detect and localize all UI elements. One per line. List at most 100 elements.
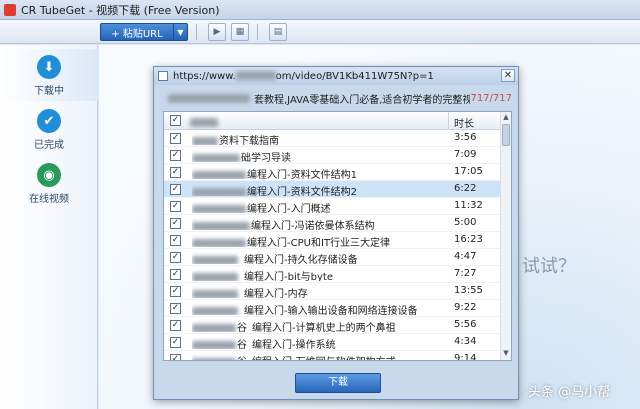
row-checkbox[interactable]: ✓ <box>170 252 181 263</box>
redacted-blur <box>192 289 238 298</box>
scroll-down-icon[interactable]: ▼ <box>501 349 511 359</box>
redacted-blur <box>168 93 250 103</box>
app-title: CR TubeGet - 视频下载 (Free Version) <box>21 3 220 17</box>
row-checkbox[interactable]: ✓ <box>170 150 181 161</box>
sidebar-item-label: 在线视频 <box>29 194 69 205</box>
dialog-url-prefix: https://www. <box>173 70 236 82</box>
column-title-header <box>190 115 448 127</box>
redacted-blur <box>192 357 236 360</box>
play-icon[interactable]: ▶ <box>208 23 226 41</box>
redacted-blur <box>192 238 246 247</box>
row-duration: 7:27 <box>454 268 477 279</box>
select-all-checkbox[interactable]: ✓ <box>170 115 181 126</box>
row-title-text: 编程入门-CPU和IT行业三大定律 <box>247 238 390 247</box>
download-icon: ⬇ <box>37 55 61 79</box>
list-scrollbar[interactable]: ▲ ▼ <box>500 112 511 360</box>
sidebar-item-completed[interactable]: ✔ 已完成 <box>0 103 98 155</box>
row-title: 编程入门-CPU和IT行业三大定律 <box>192 234 446 247</box>
app-logo-icon <box>4 3 16 16</box>
table-row[interactable]: ✓ 编程入门-入门概述 11:32 <box>164 198 501 215</box>
list-header: ✓ 时长 <box>164 112 501 130</box>
table-row[interactable]: ✓ _编程入门-输入输出设备和网络连接设备 9:22 <box>164 300 501 317</box>
row-duration: 7:09 <box>454 149 477 160</box>
row-title-text: 编程入门-冯诺依曼体系结构 <box>251 221 375 230</box>
redacted-blur <box>235 71 276 80</box>
row-title: 编程入门-资料文件结构2 <box>192 183 446 196</box>
row-checkbox[interactable]: ✓ <box>170 133 181 144</box>
row-title: 础学习导读 <box>192 149 446 162</box>
row-duration: 9:22 <box>454 302 477 313</box>
row-duration: 11:32 <box>454 200 483 211</box>
video-info: 套教程,JAVA零基础入门必备,适合初学者的完整视... 717/717 <box>160 89 514 107</box>
film-icon[interactable]: ▦ <box>231 23 249 41</box>
row-title: _编程入门-输入输出设备和网络连接设备 <box>192 302 446 315</box>
row-checkbox[interactable]: ✓ <box>170 235 181 246</box>
redacted-blur <box>190 117 218 127</box>
row-duration: 13:55 <box>454 285 483 296</box>
redacted-blur <box>192 272 238 281</box>
row-checkbox[interactable]: ✓ <box>170 286 181 297</box>
row-checkbox[interactable]: ✓ <box>170 354 181 360</box>
scroll-up-icon[interactable]: ▲ <box>501 113 511 123</box>
row-title: 编程入门-资料文件结构1 <box>192 166 446 179</box>
sidebar-item-downloading[interactable]: ⬇ 下载中 <box>0 49 98 101</box>
table-row[interactable]: ✓ _编程入门-持久化存储设备 4:47 <box>164 249 501 266</box>
row-title-text: 编程入门-资料文件结构1 <box>247 170 357 179</box>
sidebar-item-online-video[interactable]: ◉ 在线视频 <box>0 157 98 209</box>
row-title: 编程入门-入门概述 <box>192 200 446 213</box>
row-title-text: 资料下载指南 <box>219 136 279 145</box>
toolbar-divider <box>257 24 258 40</box>
row-checkbox[interactable]: ✓ <box>170 218 181 229</box>
row-checkbox[interactable]: ✓ <box>170 303 181 314</box>
redacted-blur <box>192 170 246 179</box>
episode-list[interactable]: ✓ 时长 ✓ 资料下载指南 3:56 ✓ 础学习导读 7:09 ✓ 编程入门-资料文件结构1 1… <box>163 111 512 361</box>
table-row[interactable]: ✓ 编程入门-资料文件结构2 6:22 <box>164 181 501 198</box>
row-title: _编程入门-bit与byte <box>192 268 446 281</box>
row-checkbox[interactable]: ✓ <box>170 201 181 212</box>
table-row[interactable]: ✓ 础学习导读 7:09 <box>164 147 501 164</box>
table-row[interactable]: ✓ 编程入门-冯诺依曼体系结构 5:00 <box>164 215 501 232</box>
row-title-text: _编程入门-内存 <box>239 289 308 298</box>
row-checkbox[interactable]: ✓ <box>170 184 181 195</box>
row-title: 谷_编程入门-计算机史上的两个鼻祖 <box>192 319 446 332</box>
row-checkbox[interactable]: ✓ <box>170 269 181 280</box>
table-row[interactable]: ✓ 谷_编程入门-计算机史上的两个鼻祖 5:56 <box>164 317 501 334</box>
table-row[interactable]: ✓ 编程入门-CPU和IT行业三大定律 16:23 <box>164 232 501 249</box>
paste-url-label: + 粘贴URL <box>111 28 163 40</box>
table-row[interactable]: ✓ 谷_编程入门-操作系统 4:34 <box>164 334 501 351</box>
row-duration: 9:14 <box>454 353 477 361</box>
redacted-blur <box>192 204 246 213</box>
toolbar: + 粘贴URL ▼ ▶ ▦ ▤ <box>0 20 640 44</box>
row-title: _编程入门-持久化存储设备 <box>192 251 446 264</box>
redacted-blur <box>192 323 236 332</box>
row-duration: 3:56 <box>454 132 477 143</box>
stats-icon[interactable]: ▤ <box>269 23 287 41</box>
redacted-blur <box>192 306 238 315</box>
row-duration: 4:47 <box>454 251 477 262</box>
sidebar: ⬇ 下载中 ✔ 已完成 ◉ 在线视频 <box>0 45 98 409</box>
table-row[interactable]: ✓ _编程入门-内存 13:55 <box>164 283 501 300</box>
row-title-text: 编程入门-入门概述 <box>247 204 331 213</box>
dialog-url: https://www. om/video/BV1Kb411W75N?p=1 <box>173 71 434 82</box>
paste-url-button[interactable]: + 粘贴URL ▼ <box>100 23 188 41</box>
row-title-text: 谷_编程入门-操作系统 <box>237 340 336 349</box>
row-checkbox[interactable]: ✓ <box>170 337 181 348</box>
row-title-text: _编程入门-输入输出设备和网络连接设备 <box>239 306 418 315</box>
table-row[interactable]: ✓ _编程入门-bit与byte 7:27 <box>164 266 501 283</box>
row-duration: 17:05 <box>454 166 483 177</box>
row-duration: 4:34 <box>454 336 477 347</box>
check-icon: ✔ <box>37 109 61 133</box>
row-title-text: 谷_编程入门-万维网与软件架构方式 <box>237 357 396 360</box>
close-icon[interactable]: ✕ <box>501 69 515 82</box>
table-row[interactable]: ✓ 资料下载指南 3:56 <box>164 130 501 147</box>
download-button[interactable]: 下载 <box>295 373 381 393</box>
row-checkbox[interactable]: ✓ <box>170 167 181 178</box>
row-checkbox[interactable]: ✓ <box>170 320 181 331</box>
scrollbar-thumb[interactable] <box>502 124 510 146</box>
row-duration: 6:22 <box>454 183 477 194</box>
table-row[interactable]: ✓ 编程入门-资料文件结构1 17:05 <box>164 164 501 181</box>
row-duration: 16:23 <box>454 234 483 245</box>
table-row[interactable]: ✓ 谷_编程入门-万维网与软件架构方式 9:14 <box>164 351 501 361</box>
url-dialog: https://www. om/video/BV1Kb411W75N?p=1 ✕ … <box>153 66 519 400</box>
chevron-down-icon[interactable]: ▼ <box>173 24 187 40</box>
